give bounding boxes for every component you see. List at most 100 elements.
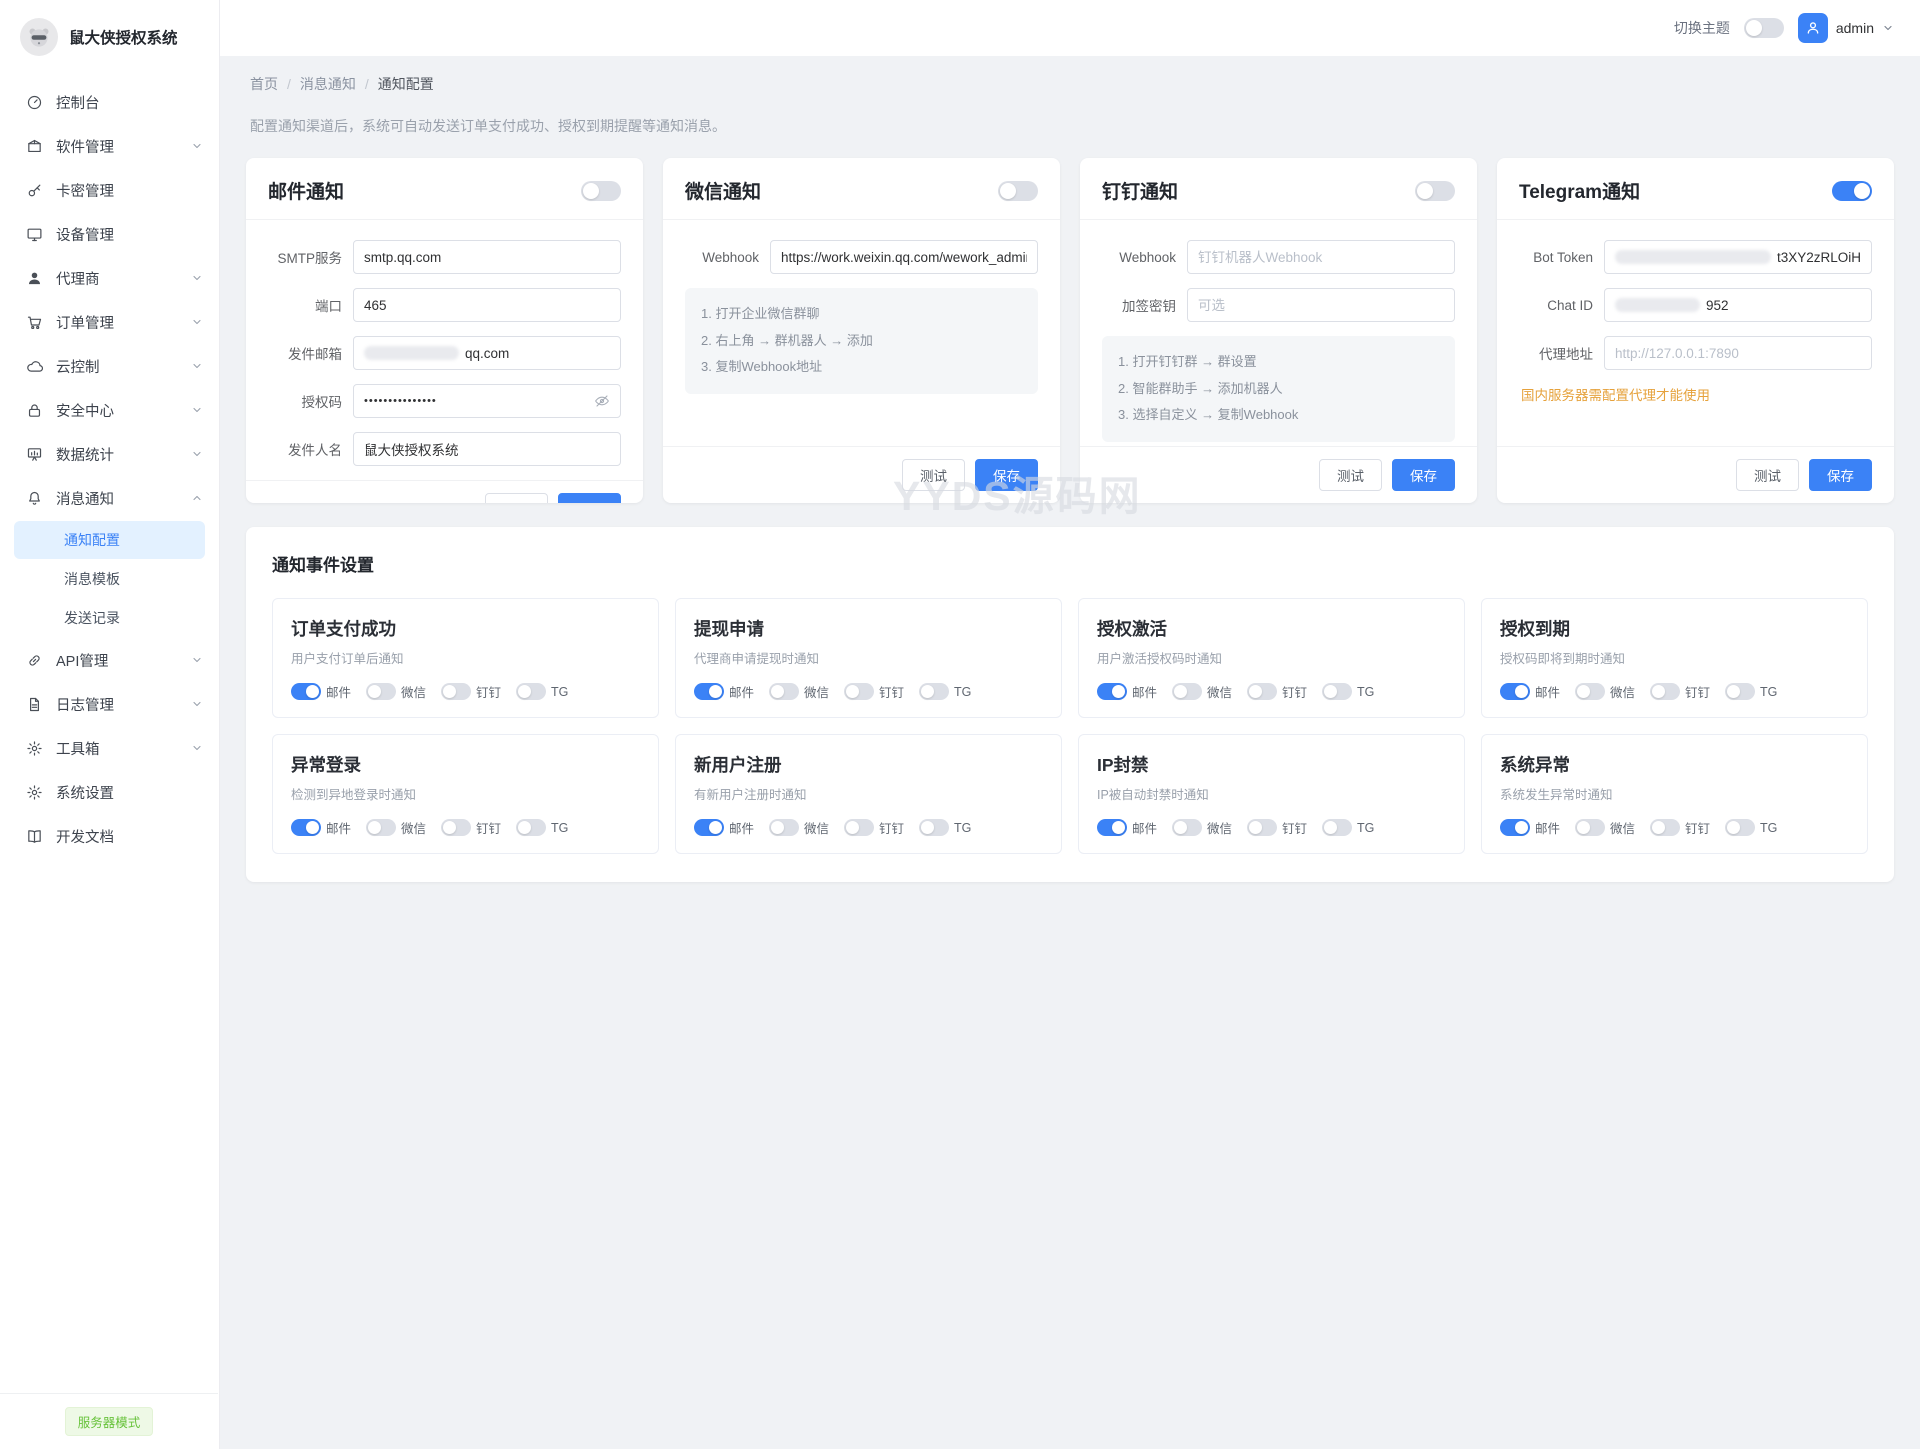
sidebar-item-cardkey[interactable]: 卡密管理 [0,168,219,212]
dingtalk-test-button[interactable]: 测试 [1319,459,1382,491]
telegram-redacted-input[interactable]: 952 [1604,288,1872,322]
event-channel-switch[interactable] [1725,683,1755,700]
sidebar-item-docs[interactable]: 开发文档 [0,814,219,858]
wechat-enable-toggle[interactable] [998,181,1038,201]
sidebar-item-cloud[interactable]: 云控制 [0,344,219,388]
event-channel-switch[interactable] [291,819,321,836]
event-channel-switch[interactable] [769,819,799,836]
telegram-redacted-input[interactable]: t3XY2zRLOiH [1604,240,1872,274]
event-channel-switch[interactable] [366,683,396,700]
sidebar-item-notify[interactable]: 消息通知 [0,476,219,520]
event-channel-switch[interactable] [291,683,321,700]
event-channel-switch[interactable] [1172,683,1202,700]
wechat-test-button[interactable]: 测试 [902,459,965,491]
event-channel-switch[interactable] [1500,683,1530,700]
event-channel-switch[interactable] [441,683,471,700]
event-channel-switch[interactable] [844,819,874,836]
event-channel-switch[interactable] [1575,819,1605,836]
event-channel-label: 微信 [1207,682,1232,701]
sidebar-item-api[interactable]: API管理 [0,638,219,682]
toggle-visibility-button[interactable] [594,393,610,409]
event-channel-switch[interactable] [1322,819,1352,836]
event-channel-switch[interactable] [1247,819,1277,836]
dingtalk-card-footer: 测试保存 [1080,446,1477,503]
instruction-step: 1. 打开企业微信群聊 [701,301,1022,328]
event-channel-switch[interactable] [919,819,949,836]
event-card: 授权激活用户激活授权码时通知邮件微信钉钉TG [1078,598,1465,718]
telegram-card-footer: 测试保存 [1497,446,1894,503]
event-channel-switch[interactable] [1322,683,1352,700]
dingtalk-save-button[interactable]: 保存 [1392,459,1455,491]
event-channel-switch[interactable] [1097,819,1127,836]
theme-toggle[interactable] [1744,18,1784,38]
telegram-save-button[interactable]: 保存 [1809,459,1872,491]
event-channel-switch[interactable] [769,683,799,700]
sidebar-item-label: 消息通知 [56,488,114,509]
email-redacted-input[interactable]: qq.com [353,336,621,370]
event-card: 新用户注册有新用户注册时通知邮件微信钉钉TG [675,734,1062,854]
event-channel-label: 钉钉 [476,682,501,701]
dingtalk-enable-toggle[interactable] [1415,181,1455,201]
user-menu[interactable]: admin [1798,13,1894,43]
sidebar-item-label: 卡密管理 [56,180,114,201]
event-channel-switch[interactable] [1097,683,1127,700]
sidebar-item-order[interactable]: 订单管理 [0,300,219,344]
sidebar-item-agent[interactable]: 代理商 [0,256,219,300]
wechat-input[interactable] [770,240,1038,274]
email-test-button[interactable]: 测试 [485,493,548,503]
event-channel-switch[interactable] [1172,819,1202,836]
dingtalk-field-row: Webhook [1102,240,1455,274]
field-label: 代理地址 [1519,343,1593,363]
sidebar-item-security[interactable]: 安全中心 [0,388,219,432]
theme-toggle-label: 切换主题 [1674,18,1730,38]
email-enable-toggle[interactable] [581,181,621,201]
sidebar-item-dashboard[interactable]: 控制台 [0,80,219,124]
sidebar-item-software[interactable]: 软件管理 [0,124,219,168]
event-channel-switch[interactable] [1650,819,1680,836]
event-channel-switch[interactable] [844,683,874,700]
sidebar-item-tools[interactable]: 工具箱 [0,726,219,770]
sidebar-item-settings[interactable]: 系统设置 [0,770,219,814]
sidebar-subitem-send-record[interactable]: 发送记录 [14,599,205,637]
event-channel-switch[interactable] [919,683,949,700]
email-password-input[interactable]: ••••••••••••••• [353,384,621,418]
wechat-save-button[interactable]: 保存 [975,459,1038,491]
event-channel-switch[interactable] [516,683,546,700]
sidebar-subitem-notify-config[interactable]: 通知配置 [14,521,205,559]
sidebar-subitem-msg-template[interactable]: 消息模板 [14,560,205,598]
event-channel-switch[interactable] [694,683,724,700]
breadcrumb-separator: / [365,76,369,92]
breadcrumb-item[interactable]: 消息通知 [300,74,356,94]
event-toggle-邮件: 邮件 [694,818,754,837]
wechat-card: 微信通知Webhook1. 打开企业微信群聊2. 右上角 → 群机器人 → 添加… [663,158,1060,503]
event-toggle-钉钉: 钉钉 [441,682,501,701]
email-input[interactable] [353,240,621,274]
sidebar-item-device[interactable]: 设备管理 [0,212,219,256]
event-channel-switch[interactable] [694,819,724,836]
event-card: 系统异常系统发生异常时通知邮件微信钉钉TG [1481,734,1868,854]
telegram-input[interactable] [1604,336,1872,370]
event-channel-switch[interactable] [1725,819,1755,836]
dingtalk-input[interactable] [1187,288,1455,322]
event-channel-label: 邮件 [326,818,351,837]
breadcrumb-item: 通知配置 [378,74,434,94]
email-save-button[interactable]: 保存 [558,493,621,503]
event-toggle-邮件: 邮件 [1097,682,1157,701]
app-logo-icon [20,18,58,56]
sidebar-item-stats[interactable]: 数据统计 [0,432,219,476]
event-channel-switch[interactable] [1575,683,1605,700]
event-channel-switch[interactable] [366,819,396,836]
event-channel-switch[interactable] [1500,819,1530,836]
email-input[interactable] [353,288,621,322]
sidebar-item-logs[interactable]: 日志管理 [0,682,219,726]
event-channel-switch[interactable] [516,819,546,836]
email-field-row: 发件邮箱qq.com [268,336,621,370]
telegram-enable-toggle[interactable] [1832,181,1872,201]
event-channel-switch[interactable] [441,819,471,836]
dingtalk-input[interactable] [1187,240,1455,274]
event-channel-switch[interactable] [1650,683,1680,700]
email-input[interactable] [353,432,621,466]
telegram-test-button[interactable]: 测试 [1736,459,1799,491]
breadcrumb-item[interactable]: 首页 [250,74,278,94]
event-channel-switch[interactable] [1247,683,1277,700]
